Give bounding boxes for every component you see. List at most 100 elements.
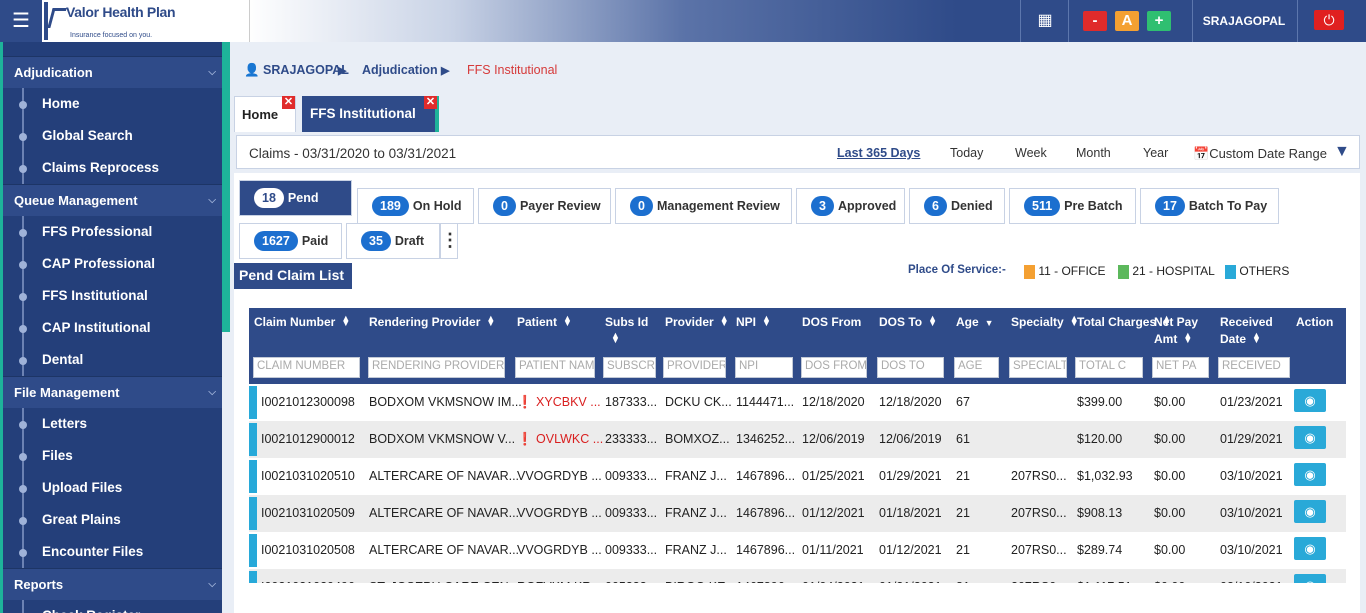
sidebar-section-reports[interactable]: Reports ⌵ bbox=[3, 568, 222, 600]
status-tab-pend[interactable]: 18 Pend bbox=[239, 180, 352, 216]
view-eye-icon[interactable]: ◉ bbox=[1294, 500, 1326, 523]
font-increase-button[interactable]: + bbox=[1147, 11, 1171, 31]
view-eye-icon[interactable]: ◉ bbox=[1294, 537, 1326, 560]
sidebar-item-files[interactable]: Files bbox=[3, 440, 222, 472]
sidebar-item-letters[interactable]: Letters bbox=[3, 408, 222, 440]
table-row[interactable]: I0021012900012 BODXOM VKMSNOW V... ❗ OVLWK… bbox=[249, 421, 1346, 458]
sort-icon[interactable]: ▲▼ bbox=[762, 314, 771, 328]
table-row[interactable]: I0021031020509 ALTERCARE OF NAVAR... VVOGR… bbox=[249, 495, 1346, 532]
legend-office: 11 - OFFICE bbox=[1024, 264, 1105, 279]
view-eye-icon[interactable]: ◉ bbox=[1294, 389, 1326, 412]
column-header-claim-number[interactable]: Claim Number ▲▼ bbox=[254, 314, 350, 331]
sidebar-item-global-search[interactable]: Global Search bbox=[3, 120, 222, 152]
sidebar-item-upload-files[interactable]: Upload Files bbox=[3, 472, 222, 504]
status-tab-payer-review[interactable]: 0 Payer Review bbox=[478, 188, 611, 224]
status-tab-batch-to-pay[interactable]: 17 Batch To Pay bbox=[1140, 188, 1279, 224]
close-icon[interactable]: ✕ bbox=[282, 96, 295, 109]
sidebar-item-dental[interactable]: Dental bbox=[3, 344, 222, 376]
table-cell: 01/23/2021 bbox=[1220, 395, 1283, 409]
filter-input-npi[interactable]: NPI bbox=[735, 357, 793, 378]
status-tab-denied[interactable]: 6 Denied bbox=[909, 188, 1005, 224]
user-name[interactable]: SRAJAGOPAL bbox=[1196, 14, 1292, 28]
column-header-net-pay-amt[interactable]: Net Pay Amt ▲▼ bbox=[1154, 314, 1214, 348]
more-vertical-icon[interactable]: ⋮ bbox=[440, 223, 459, 259]
table-cell: $0.00 bbox=[1154, 395, 1186, 409]
table-row[interactable]: I0021012300098 BODXOM VKMSNOW IM... ❗ XYCB… bbox=[249, 384, 1346, 421]
column-header-dos-to[interactable]: DOS To ▲▼ bbox=[879, 314, 937, 331]
last-365-days-link[interactable]: Last 365 Days bbox=[837, 146, 920, 160]
sidebar-scrollbar[interactable] bbox=[222, 42, 230, 332]
column-header-patient[interactable]: Patient ▲▼ bbox=[517, 314, 572, 331]
apps-grid-icon[interactable]: ▦ bbox=[1030, 10, 1060, 30]
sidebar-section-queue-management[interactable]: Queue Management ⌵ bbox=[3, 184, 222, 216]
sidebar-item-check-register[interactable]: Check Register bbox=[3, 600, 222, 613]
sidebar-item-ffs-institutional[interactable]: FFS Institutional bbox=[3, 280, 222, 312]
sidebar-item-cap-professional[interactable]: CAP Professional bbox=[3, 248, 222, 280]
sort-desc-icon[interactable]: ▼ bbox=[985, 318, 994, 328]
column-header-subs-id[interactable]: Subs Id▲▼ bbox=[605, 314, 649, 348]
sort-icon[interactable]: ▲▼ bbox=[486, 314, 495, 328]
status-tab-draft[interactable]: 35 Draft bbox=[346, 223, 440, 259]
table-row[interactable]: I0021031020508 ALTERCARE OF NAVAR... VVOGR… bbox=[249, 532, 1346, 569]
sort-icon[interactable]: ▲▼ bbox=[928, 314, 937, 328]
sort-icon[interactable]: ▲▼ bbox=[563, 314, 572, 328]
column-header-npi[interactable]: NPI ▲▼ bbox=[736, 314, 771, 331]
status-tab-on-hold[interactable]: 189 On Hold bbox=[357, 188, 474, 224]
column-header-provider[interactable]: Provider ▲▼ bbox=[665, 314, 729, 331]
column-header-action[interactable]: Action bbox=[1296, 314, 1333, 331]
sort-icon[interactable]: ▲▼ bbox=[611, 331, 620, 345]
filter-icon[interactable]: ▼ bbox=[1334, 143, 1350, 161]
close-icon[interactable]: ✕ bbox=[424, 96, 437, 109]
filter-input-net-pay-amt[interactable]: NET PA bbox=[1152, 357, 1209, 378]
sort-icon[interactable]: ▲▼ bbox=[720, 314, 729, 328]
table-row[interactable]: I0021031020496 ST. JOSEPH CARE CEN...ROZV… bbox=[249, 569, 1346, 583]
status-tab-management-review[interactable]: 0 Management Review bbox=[615, 188, 792, 224]
column-header-received-date[interactable]: Received Date ▲▼ bbox=[1220, 314, 1280, 348]
sidebar-section-adjudication[interactable]: Adjudication ⌵ bbox=[3, 56, 222, 88]
column-header-rendering-provider[interactable]: Rendering Provider ▲▼ bbox=[369, 314, 495, 331]
filter-input-rendering-provider[interactable]: RENDERING PROVIDER bbox=[368, 357, 505, 378]
view-eye-icon[interactable]: ◉ bbox=[1294, 574, 1326, 583]
sidebar-item-cap-institutional[interactable]: CAP Institutional bbox=[3, 312, 222, 344]
filter-input-patient[interactable]: PATIENT NAM bbox=[515, 357, 595, 378]
sort-icon[interactable]: ▲▼ bbox=[1183, 331, 1192, 345]
custom-date-range-link[interactable]: 📅Custom Date Range bbox=[1193, 146, 1327, 162]
column-header-specialty[interactable]: Specialty ▲▼ bbox=[1011, 314, 1079, 331]
sidebar-section-file-management[interactable]: File Management ⌵ bbox=[3, 376, 222, 408]
status-tab-pre-batch[interactable]: 511 Pre Batch bbox=[1009, 188, 1136, 224]
view-eye-icon[interactable]: ◉ bbox=[1294, 426, 1326, 449]
column-header-age[interactable]: Age ▼ bbox=[956, 314, 994, 332]
sidebar-item-encounter-files[interactable]: Encounter Files bbox=[3, 536, 222, 568]
filter-input-subs-id[interactable]: SUBSCR bbox=[603, 357, 656, 378]
filter-input-received-date[interactable]: RECEIVED bbox=[1218, 357, 1290, 378]
breadcrumb-section[interactable]: Adjudication bbox=[362, 63, 438, 77]
sidebar-item-claims-reprocess[interactable]: Claims Reprocess bbox=[3, 152, 222, 184]
tab-ffs-institutional[interactable]: FFS Institutional bbox=[302, 96, 439, 132]
column-header-dos-from[interactable]: DOS From bbox=[802, 314, 861, 331]
status-tab-paid[interactable]: 1627 Paid bbox=[239, 223, 342, 259]
filter-input-dos-from[interactable]: DOS FROM bbox=[801, 357, 867, 378]
filter-input-total-charges[interactable]: TOTAL C bbox=[1075, 357, 1143, 378]
font-decrease-button[interactable]: - bbox=[1083, 11, 1107, 31]
year-link[interactable]: Year bbox=[1143, 146, 1168, 160]
hamburger-menu-icon[interactable]: ☰ bbox=[0, 0, 42, 42]
sort-icon[interactable]: ▲▼ bbox=[1252, 331, 1261, 345]
font-default-button[interactable]: A bbox=[1115, 11, 1139, 31]
status-tab-approved[interactable]: 3 Approved bbox=[796, 188, 905, 224]
filter-input-dos-to[interactable]: DOS TO bbox=[877, 357, 944, 378]
view-eye-icon[interactable]: ◉ bbox=[1294, 463, 1326, 486]
sort-icon[interactable]: ▲▼ bbox=[341, 314, 350, 328]
sidebar-item-great-plains[interactable]: Great Plains bbox=[3, 504, 222, 536]
week-link[interactable]: Week bbox=[1015, 146, 1047, 160]
power-icon[interactable]: ⏻ bbox=[1314, 10, 1344, 30]
today-link[interactable]: Today bbox=[950, 146, 983, 160]
filter-input-age[interactable]: AGE bbox=[954, 357, 999, 378]
month-link[interactable]: Month bbox=[1076, 146, 1111, 160]
table-row[interactable]: I0021031020510 ALTERCARE OF NAVAR... VVOGR… bbox=[249, 458, 1346, 495]
filter-input-claim-number[interactable]: CLAIM NUMBER bbox=[253, 357, 360, 378]
filter-input-provider[interactable]: PROVIDER bbox=[663, 357, 726, 378]
breadcrumb-user[interactable]: 👤 SRAJAGOPAL bbox=[244, 63, 349, 78]
sidebar-item-ffs-professional[interactable]: FFS Professional bbox=[3, 216, 222, 248]
sidebar-item-home[interactable]: Home bbox=[3, 88, 222, 120]
filter-input-specialty[interactable]: SPECIALT bbox=[1009, 357, 1067, 378]
